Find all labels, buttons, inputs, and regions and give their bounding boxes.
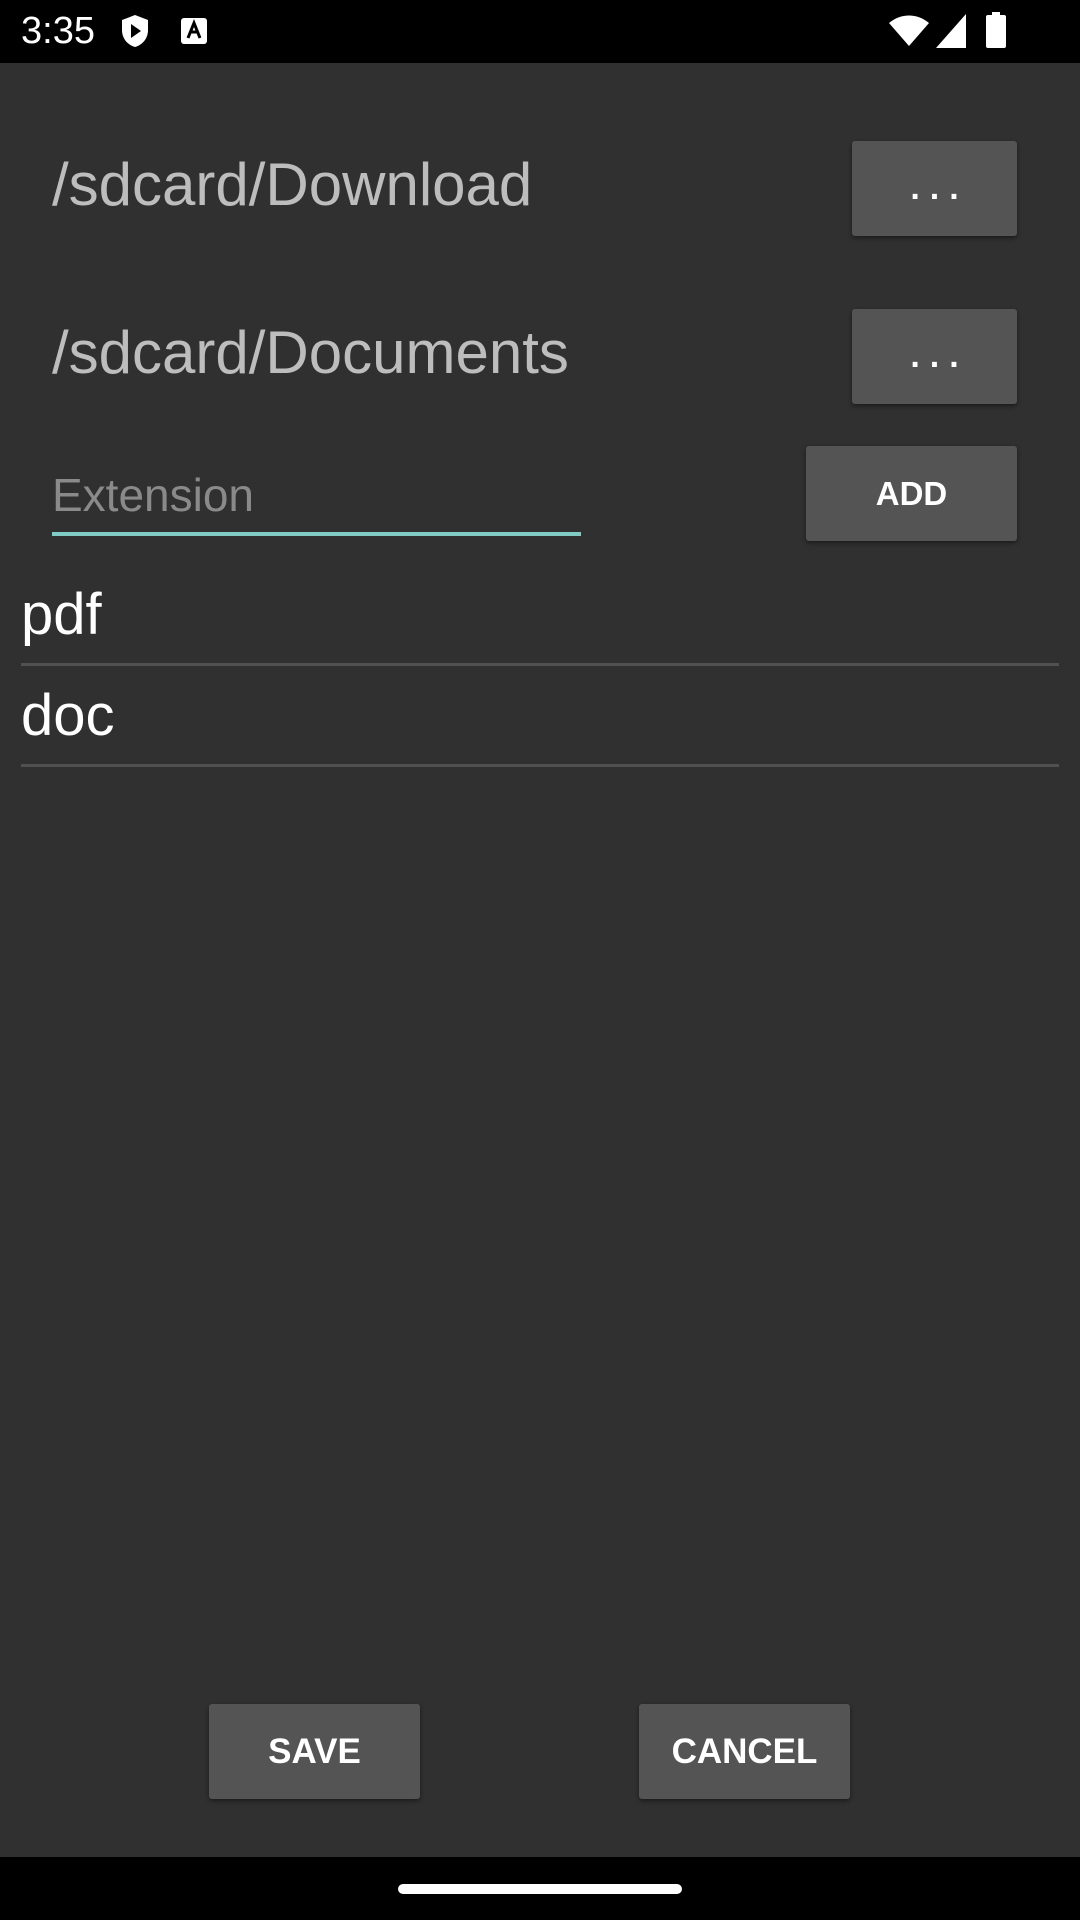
extension-placeholder: Extension [52, 469, 255, 521]
list-item[interactable]: doc [21, 666, 1059, 767]
browse-download-label: ... [910, 169, 969, 207]
add-button-label: ADD [875, 474, 948, 512]
signal-icon [936, 14, 966, 48]
status-time: 3:35 [21, 10, 95, 52]
shield-play-icon [122, 15, 148, 47]
cancel-button-label: CANCEL [671, 1731, 818, 1771]
list-item-label: pdf [21, 582, 102, 647]
browse-documents-button[interactable]: ... [852, 309, 1017, 404]
add-button[interactable]: ADD [806, 446, 1017, 541]
path-label-documents: /sdcard/Documents [52, 319, 569, 386]
cancel-button[interactable]: CANCEL [639, 1704, 850, 1799]
text-a-icon [181, 18, 207, 44]
home-gesture-handle[interactable] [398, 1884, 682, 1894]
navigation-bar [0, 1857, 1080, 1920]
browse-documents-label: ... [910, 337, 969, 375]
wifi-icon [889, 15, 929, 46]
list-item-label: doc [21, 683, 115, 748]
screen: 3:35 /sdcard/Download ... /sdcard/Docume… [0, 0, 1080, 1920]
save-button[interactable]: SAVE [209, 1704, 420, 1799]
save-button-label: SAVE [268, 1731, 361, 1771]
battery-icon [986, 12, 1006, 48]
extension-input[interactable]: Extension [52, 462, 581, 536]
list-item[interactable]: pdf [21, 565, 1059, 666]
browse-download-button[interactable]: ... [852, 141, 1017, 236]
status-bar: 3:35 [0, 0, 1080, 63]
extension-list: pdf doc [21, 565, 1059, 767]
path-label-download: /sdcard/Download [52, 151, 533, 218]
